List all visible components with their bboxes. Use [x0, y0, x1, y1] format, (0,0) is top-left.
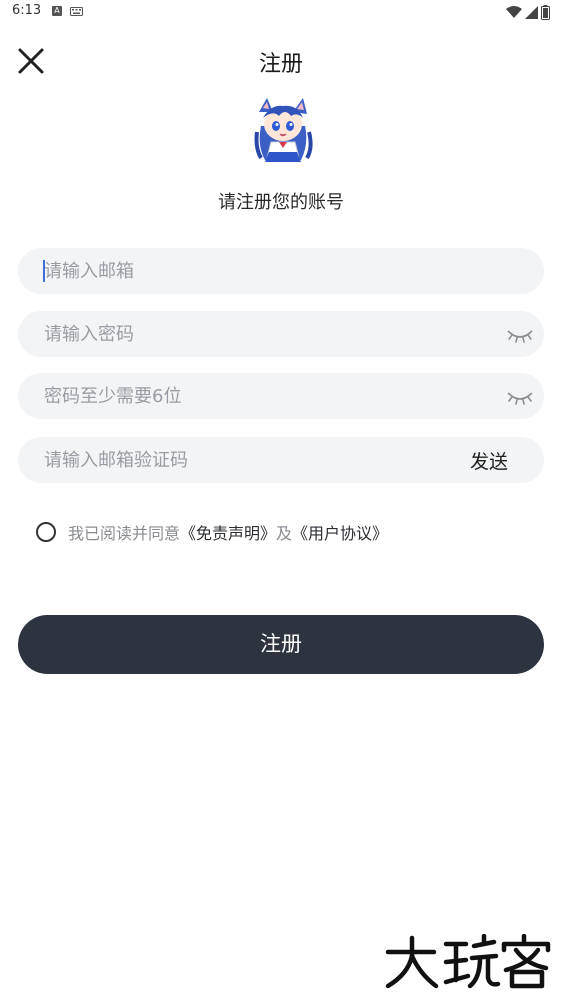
battery-icon — [541, 4, 550, 20]
email-input[interactable] — [44, 248, 484, 294]
email-field[interactable] — [18, 248, 544, 294]
status-icons — [506, 4, 550, 20]
agreement-conjunction: 及 — [276, 524, 293, 543]
signal-icon — [525, 5, 538, 19]
user-agreement-link[interactable]: 《用户协议》 — [292, 520, 388, 544]
watermark-logo-icon — [385, 933, 551, 989]
agreement-prefix: 我已阅读并同意 — [68, 524, 181, 543]
register-subtitle: 请注册您的账号 — [218, 192, 344, 213]
status-bar: 6:13 A — [0, 0, 562, 24]
password-field[interactable] — [18, 311, 544, 357]
notification-a-icon: A — [52, 6, 62, 16]
password-confirm-visibility-toggle[interactable] — [504, 381, 536, 411]
anime-cat-girl-avatar — [254, 98, 313, 162]
password-confirm-field[interactable] — [18, 373, 544, 419]
page-title: 注册 — [258, 52, 303, 77]
text-caret — [43, 260, 45, 282]
watermark-logo — [384, 933, 554, 990]
agreement-radio[interactable] — [36, 522, 56, 542]
password-input[interactable] — [44, 311, 484, 357]
eye-closed-icon[interactable] — [504, 319, 536, 349]
status-time: 6:13 — [12, 3, 42, 18]
header: 注册 — [0, 36, 562, 88]
send-code-button[interactable]: 发送 — [470, 447, 508, 474]
keyboard-icon — [70, 7, 83, 16]
wifi-icon — [506, 6, 522, 18]
avatar — [247, 96, 319, 168]
verification-code-field[interactable]: 发送 — [18, 437, 544, 483]
password-confirm-input[interactable] — [44, 373, 484, 419]
disclaimer-link[interactable]: 《免责声明》 — [180, 520, 276, 544]
agreement-row: 我已阅读并同意 《免责声明》 及 《用户协议》 — [36, 520, 388, 544]
verification-code-input[interactable] — [44, 437, 444, 483]
password-visibility-toggle[interactable] — [504, 319, 536, 349]
register-button[interactable]: 注册 — [18, 615, 544, 674]
eye-closed-icon[interactable] — [504, 381, 536, 411]
